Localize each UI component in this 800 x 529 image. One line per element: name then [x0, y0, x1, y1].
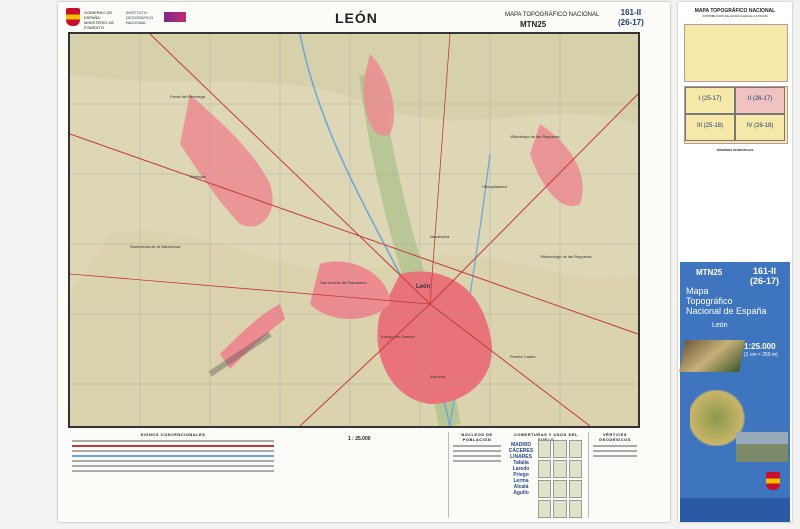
admin-cell-1[interactable]: I (25-17): [685, 87, 735, 114]
cover-panel: MTN25 161-II (26-17) Mapa Topográfico Na…: [679, 262, 790, 522]
population-title: NÚCLEOS DE POBLACIÓN: [461, 432, 493, 442]
cover-crest-icon: [766, 472, 780, 490]
cover-place: León: [712, 322, 728, 329]
ministry-logo: GOBIERNO DE ESPAÑA MINISTERIO DE FOMENTO…: [66, 8, 196, 30]
series-code: MTN25: [520, 20, 547, 29]
label-armunia[interactable]: Armunia: [430, 374, 445, 379]
terrain-relief-image: [679, 340, 745, 372]
label-villaquilambre[interactable]: Villaquilambre: [482, 184, 507, 189]
label-leon[interactable]: León: [416, 284, 430, 290]
institute-label: INSTITUTO GEOGRÁFICO NACIONAL: [126, 10, 154, 25]
cover-title-line-2: Topográfico: [686, 296, 733, 306]
map-drawing: [70, 34, 638, 426]
scale-label: 1 : 25.000: [348, 436, 371, 442]
map-legend: SIGNOS CONVENCIONALES 1 : 25.000 NÚCLEOS…: [68, 432, 640, 520]
cover-scale: 1:25.000: [744, 342, 776, 351]
label-villaobispo[interactable]: Villaobispo de las Regueras: [510, 134, 560, 139]
cover-scale-sub: (1 cm = 250 m): [744, 352, 778, 358]
label-villarrodrigo[interactable]: Villarrodrigo de las Regueras: [540, 254, 592, 259]
label-puente-castro[interactable]: Puente Castro: [510, 354, 536, 359]
topographic-map[interactable]: León San Andrés del Rabanedo Villaquilam…: [68, 32, 640, 428]
cover-sheet-grid: (26-17): [750, 276, 780, 286]
admin-cell-4[interactable]: IV (26-18): [735, 114, 785, 141]
landscape-photo: [736, 432, 788, 462]
cover-title-line-3: Nacional de España: [686, 306, 767, 316]
ministry-sub: MINISTERIO DE FOMENTO: [84, 20, 115, 30]
cover-title: Mapa Topográfico Nacional de España: [686, 286, 767, 316]
sheet-number: 161-II: [620, 8, 642, 17]
label-santovenia[interactable]: Santovenia de la Valdoncina: [130, 244, 180, 249]
geodetic-title: VÉRTICES GEODÉSICOS: [599, 432, 631, 442]
admin-division-grid: I (25-17) II (26-17) III (25-18) IV (26-…: [684, 86, 788, 144]
map-series: MAPA TOPOGRÁFICO NACIONAL: [505, 12, 600, 18]
conventional-signs-title: SIGNOS CONVENCIONALES: [140, 432, 206, 437]
conventional-signs-section: SIGNOS CONVENCIONALES: [68, 432, 278, 518]
cover-sheet-block: 161-II (26-17): [750, 266, 779, 286]
ministry-label: GOBIERNO DE ESPAÑA MINISTERIO DE FOMENTO: [84, 10, 124, 30]
cover-footer: [680, 498, 790, 522]
geodetic-section: VÉRTICES GEODÉSICOS: [588, 432, 641, 518]
cover-sheet-number: 161-II: [753, 266, 777, 276]
label-san-andres[interactable]: San Andrés del Rabanedo: [320, 280, 367, 285]
admin-cell-2[interactable]: II (26-17): [735, 87, 785, 114]
municipal-title: TÉRMINOS MUNICIPALES: [716, 148, 754, 152]
label-trobajo[interactable]: Trobajo del Camino: [380, 334, 415, 339]
info-panel-subtitle: DISTRIBUCIÓN DE HOJAS A ESCALA 1:50.000: [702, 14, 768, 18]
label-ferral[interactable]: Ferral del Bernesga: [170, 94, 205, 99]
municipal-terms: TÉRMINOS MUNICIPALES: [684, 148, 786, 198]
land-use-swatches: [538, 440, 582, 518]
sheet-number-block: 161-II (26-17): [618, 8, 644, 28]
admin-cell-3[interactable]: III (25-18): [685, 114, 735, 141]
ministry-name: GOBIERNO DE ESPAÑA: [84, 10, 113, 20]
map-title: LEÓN: [335, 10, 378, 26]
population-section: NÚCLEOS DE POBLACIÓN: [448, 432, 505, 518]
ign-logo-icon: [164, 12, 186, 22]
sheet-index-map[interactable]: [684, 24, 788, 82]
sheet-grid: (26-17): [618, 18, 644, 27]
cover-code: MTN25: [696, 268, 723, 277]
label-sariegos[interactable]: Sariegos: [190, 174, 206, 179]
cover-title-line-1: Mapa: [686, 286, 709, 296]
label-navatejera[interactable]: Navatejera: [430, 234, 449, 239]
spain-crest-icon: [66, 8, 80, 26]
